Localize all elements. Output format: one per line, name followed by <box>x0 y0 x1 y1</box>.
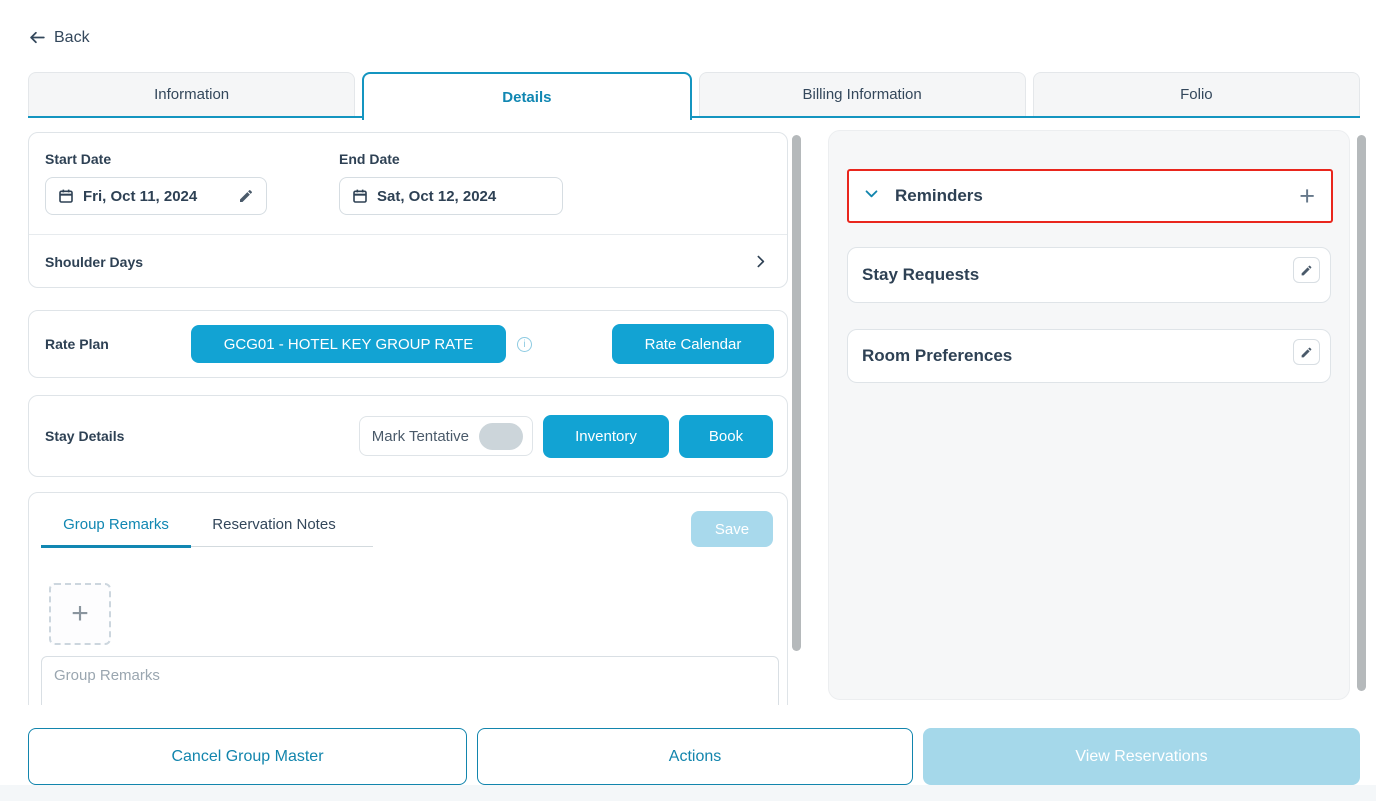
room-preferences-label: Room Preferences <box>862 346 1012 366</box>
save-button[interactable]: Save <box>691 511 773 547</box>
rate-calendar-button[interactable]: Rate Calendar <box>612 324 774 364</box>
stay-requests-card: Stay Requests <box>847 247 1331 303</box>
chevron-down-icon[interactable] <box>863 185 880 207</box>
shoulder-days-label: Shoulder Days <box>45 254 143 270</box>
edit-stay-requests-button[interactable] <box>1293 257 1320 283</box>
book-button[interactable]: Book <box>679 415 773 458</box>
cancel-group-master-button[interactable]: Cancel Group Master <box>28 728 467 785</box>
back-button[interactable]: Back <box>28 28 90 47</box>
mark-tentative-toggle[interactable] <box>479 423 523 450</box>
remarks-card: Group Remarks Reservation Notes Save + <box>28 492 788 705</box>
start-date-value: Fri, Oct 11, 2024 <box>83 188 197 205</box>
arrow-left-icon <box>28 28 47 47</box>
mark-tentative-group: Mark Tentative <box>359 416 533 456</box>
edit-room-preferences-button[interactable] <box>1293 339 1320 365</box>
plus-icon: + <box>71 597 89 631</box>
pencil-icon <box>1300 346 1313 359</box>
footer-action-bar: Cancel Group Master Actions View Reserva… <box>0 728 1376 785</box>
dates-card: Start Date Fri, Oct 11, 2024 End Date <box>28 132 788 288</box>
info-icon[interactable]: i <box>517 337 532 352</box>
page-tabs: Information Details Billing Information … <box>28 72 1360 116</box>
shoulder-days-row[interactable]: Shoulder Days <box>29 235 787 288</box>
stay-details-card: Stay Details Mark Tentative Inventory Bo… <box>28 395 788 477</box>
rate-plan-card: Rate Plan GCG01 - HOTEL KEY GROUP RATE i… <box>28 310 788 378</box>
rate-plan-value-button[interactable]: GCG01 - HOTEL KEY GROUP RATE <box>191 325 506 363</box>
rate-plan-label: Rate Plan <box>45 336 191 352</box>
remarks-tabs: Group Remarks Reservation Notes <box>41 506 373 547</box>
stay-requests-label: Stay Requests <box>862 265 979 285</box>
start-date-group: Start Date Fri, Oct 11, 2024 <box>45 151 267 234</box>
left-panel-scrollbar[interactable] <box>792 135 801 651</box>
details-left-column: Start Date Fri, Oct 11, 2024 End Date <box>28 132 788 705</box>
calendar-icon <box>58 188 74 204</box>
chevron-right-icon <box>752 253 769 270</box>
end-date-field[interactable]: Sat, Oct 12, 2024 <box>339 177 563 215</box>
end-date-value: Sat, Oct 12, 2024 <box>377 188 496 205</box>
view-reservations-button[interactable]: View Reservations <box>923 728 1360 785</box>
reminders-section-header[interactable]: Reminders + <box>847 169 1333 223</box>
group-master-details-page: Back Information Details Billing Informa… <box>0 0 1376 801</box>
footer-strip <box>0 785 1376 801</box>
tab-information[interactable]: Information <box>28 72 355 116</box>
tab-reservation-notes[interactable]: Reservation Notes <box>191 506 357 546</box>
reminders-label: Reminders <box>895 186 983 206</box>
room-preferences-card: Room Preferences <box>847 329 1331 383</box>
dates-row: Start Date Fri, Oct 11, 2024 End Date <box>29 133 787 234</box>
inventory-button[interactable]: Inventory <box>543 415 669 458</box>
actions-button[interactable]: Actions <box>477 728 913 785</box>
start-date-label: Start Date <box>45 151 267 167</box>
stay-details-label: Stay Details <box>45 428 124 444</box>
end-date-group: End Date Sat, Oct 12, 2024 <box>339 151 563 234</box>
back-label: Back <box>54 29 90 47</box>
pencil-icon <box>1300 264 1313 277</box>
edit-pencil-icon[interactable] <box>238 188 254 204</box>
tab-details[interactable]: Details <box>362 72 691 120</box>
mark-tentative-label: Mark Tentative <box>372 428 469 445</box>
group-remarks-textarea[interactable] <box>41 656 779 705</box>
end-date-label: End Date <box>339 151 563 167</box>
tab-billing-information[interactable]: Billing Information <box>699 72 1026 116</box>
details-side-panel: Reminders + Stay Requests Room Preferenc… <box>828 130 1350 700</box>
calendar-icon <box>352 188 368 204</box>
tab-group-remarks[interactable]: Group Remarks <box>41 506 191 548</box>
add-remark-button[interactable]: + <box>49 583 111 645</box>
page-scrollbar[interactable] <box>1357 135 1366 691</box>
tab-folio[interactable]: Folio <box>1033 72 1360 116</box>
start-date-field[interactable]: Fri, Oct 11, 2024 <box>45 177 267 215</box>
add-reminder-button[interactable]: + <box>1299 183 1315 210</box>
